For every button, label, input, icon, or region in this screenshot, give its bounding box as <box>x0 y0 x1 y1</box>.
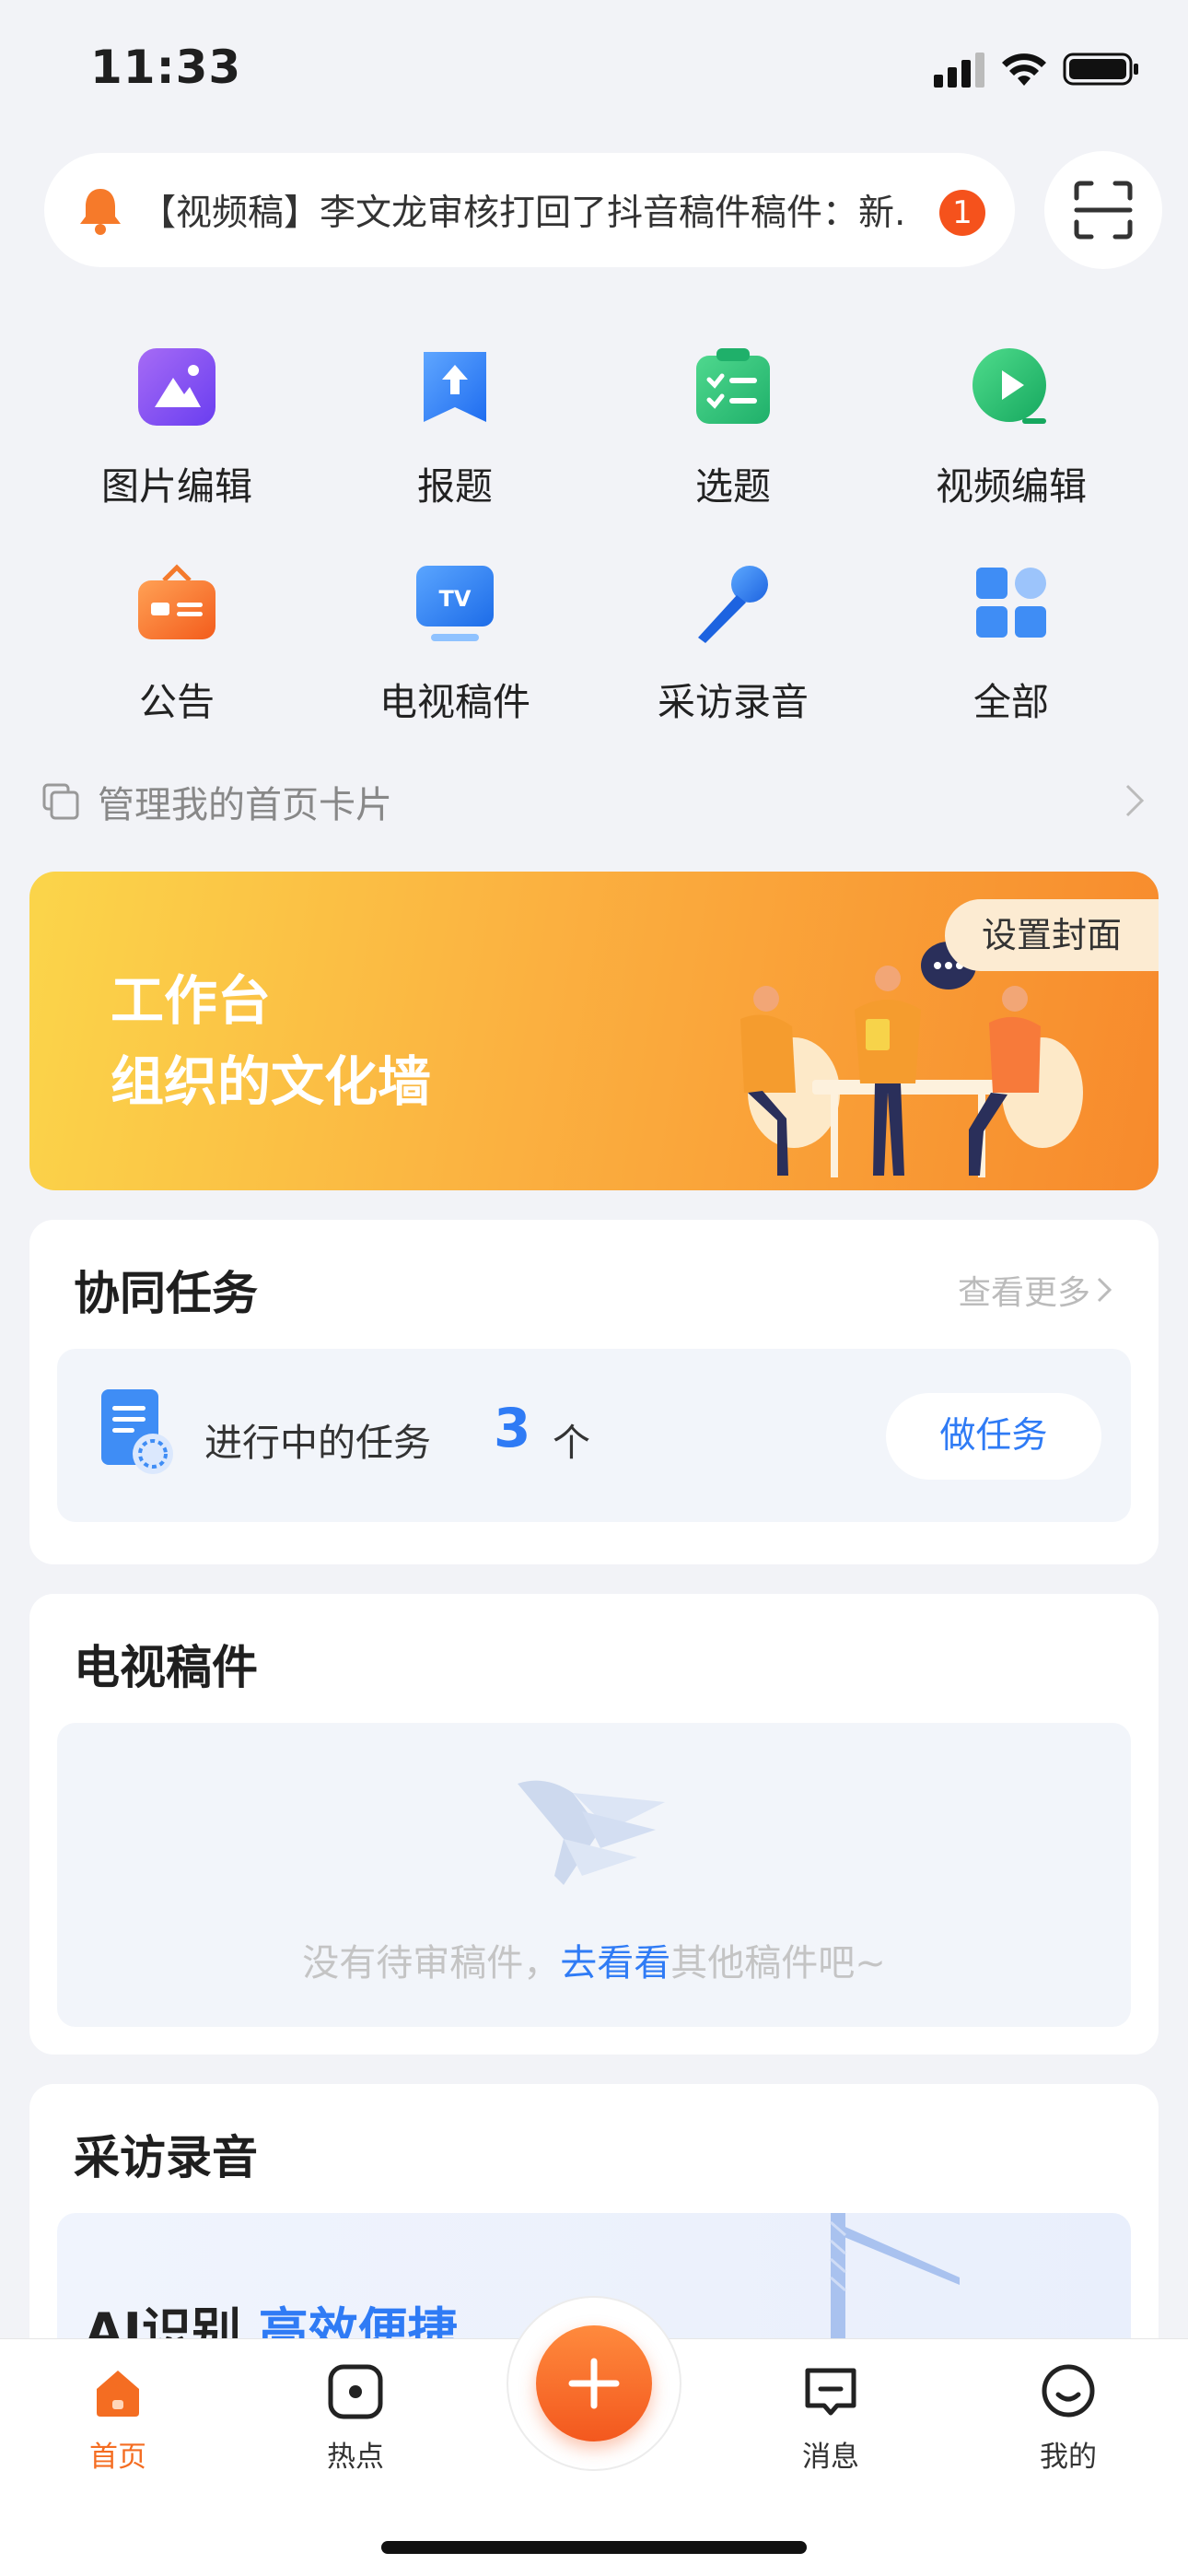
manage-home-cards-row[interactable]: 管理我的首页卡片 <box>41 769 1146 834</box>
quick-action-video-edit[interactable]: 视频编辑 <box>891 343 1131 510</box>
tab-home[interactable]: 首页 <box>53 2363 182 2475</box>
svg-text:TV: TV <box>439 586 472 612</box>
quick-action-tv-manuscript[interactable]: TV 电视稿件 <box>335 558 575 726</box>
report-topic-icon <box>424 352 486 422</box>
workspace-banner: 工作台 组织的文化墙 设置封面 <box>29 872 1159 1190</box>
quick-action-label: 视频编辑 <box>936 464 1087 509</box>
quick-action-label: 全部 <box>973 680 1049 724</box>
tab-label: 消息 <box>802 2441 859 2474</box>
quick-action-label: 电视稿件 <box>379 680 530 724</box>
task-summary-box: 进行中的任务 3 个 做任务 <box>57 1349 1131 1522</box>
empty-state-text: 没有待审稿件，去看看其他稿件吧~ <box>57 1933 1131 1986</box>
interview-recording-title: 采访录音 <box>74 2131 258 2184</box>
tab-label: 我的 <box>1040 2441 1097 2474</box>
banner-line-2: 组织的文化墙 <box>111 1050 432 1113</box>
quick-action-label: 公告 <box>139 680 215 724</box>
status-bar: 11:33 <box>0 0 1188 138</box>
video-edit-icon <box>973 348 1046 424</box>
image-edit-icon <box>138 348 215 426</box>
tab-profile[interactable]: 我的 <box>1004 2363 1133 2475</box>
view-more-label: 查看更多 <box>957 1274 1090 1312</box>
notification-bar[interactable]: 【视频稿】李文龙审核打回了抖音稿件稿件：新. 1 <box>44 153 1015 267</box>
in-progress-task-label: 进行中的任务 <box>204 1421 431 1465</box>
quick-action-image-edit[interactable]: 图片编辑 <box>57 343 297 510</box>
collab-task-title: 协同任务 <box>74 1267 258 1320</box>
quick-action-announcement[interactable]: 公告 <box>57 558 297 726</box>
grid-all-icon <box>976 568 1046 638</box>
empty-state-suffix: 其他稿件吧~ <box>670 1942 886 1985</box>
create-button[interactable] <box>536 2325 652 2441</box>
empty-bird-icon <box>518 1780 665 1885</box>
plus-icon <box>568 2358 620 2409</box>
banner-title: 工作台 组织的文化墙 <box>111 960 431 1122</box>
tab-label: 首页 <box>89 2441 146 2474</box>
message-icon <box>805 2368 856 2416</box>
cards-icon <box>42 783 79 820</box>
profile-face-icon <box>1042 2364 1095 2418</box>
announcement-icon <box>138 564 215 639</box>
quick-action-interview-recording[interactable]: 采访录音 <box>613 558 853 726</box>
home-indicator <box>381 2541 807 2554</box>
quick-action-topic-select[interactable]: 选题 <box>613 343 853 510</box>
banner-line-1: 工作台 <box>111 969 272 1032</box>
quick-action-report-topic[interactable]: 报题 <box>335 343 575 510</box>
bell-icon <box>80 189 121 235</box>
cellular-signal-icon <box>934 53 984 88</box>
notification-text: 【视频稿】李文龙审核打回了抖音稿件稿件：新. <box>140 193 906 234</box>
tab-hot[interactable]: 热点 <box>291 2363 420 2475</box>
tv-icon: TV <box>416 566 494 641</box>
empty-state-box: 没有待审稿件，去看看其他稿件吧~ <box>57 1723 1131 2027</box>
do-task-button[interactable]: 做任务 <box>886 1393 1101 1480</box>
collab-task-card: 协同任务 查看更多 进行中的任务 3 个 做任务 <box>29 1220 1159 1564</box>
quick-action-all[interactable]: 全部 <box>891 558 1131 726</box>
chevron-right-icon <box>1125 784 1145 817</box>
notification-badge: 1 <box>939 190 985 236</box>
tv-manuscript-title: 电视稿件 <box>74 1641 258 1694</box>
status-icons <box>934 51 1140 88</box>
scan-icon <box>1074 181 1133 240</box>
view-more-link[interactable]: 查看更多 <box>958 1266 1112 1314</box>
scan-button[interactable] <box>1044 151 1162 269</box>
quick-action-label: 图片编辑 <box>101 464 252 509</box>
hotspot-icon <box>328 2364 383 2419</box>
wifi-icon <box>1002 53 1046 86</box>
topic-list-icon <box>696 348 770 424</box>
quick-action-label: 采访录音 <box>658 680 809 724</box>
empty-state-prefix: 没有待审稿件， <box>302 1942 561 1985</box>
manage-home-cards-label: 管理我的首页卡片 <box>98 784 392 826</box>
battery-icon <box>1063 53 1138 86</box>
microphone-icon <box>698 566 768 643</box>
tab-label: 热点 <box>327 2441 384 2474</box>
tab-messages[interactable]: 消息 <box>766 2363 895 2475</box>
status-time: 11:33 <box>90 41 242 94</box>
chevron-right-icon <box>1097 1277 1112 1303</box>
task-count-unit: 个 <box>553 1421 590 1465</box>
quick-action-label: 报题 <box>417 464 493 509</box>
in-progress-task-count: 3 <box>494 1397 531 1459</box>
go-look-link[interactable]: 去看看 <box>560 1942 670 1985</box>
set-cover-button[interactable]: 设置封面 <box>945 899 1159 971</box>
home-icon <box>97 2371 139 2417</box>
tv-manuscript-card: 电视稿件 没有待审稿件，去看看其他稿件吧~ <box>29 1594 1159 2055</box>
quick-action-label: 选题 <box>695 464 771 509</box>
task-document-icon <box>101 1389 173 1474</box>
